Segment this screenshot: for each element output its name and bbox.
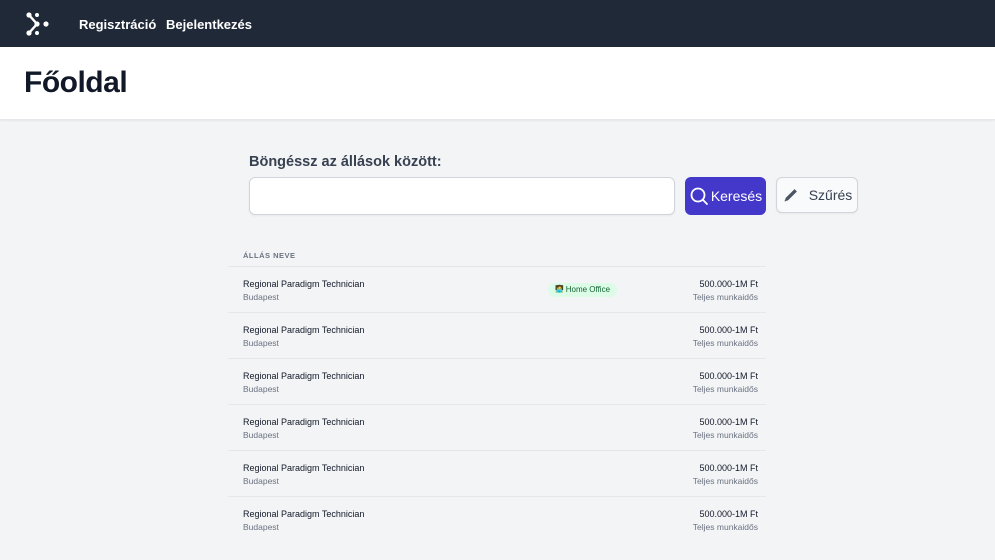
job-salary: 500.000-1M Ft [699, 509, 758, 519]
search-icon [690, 187, 708, 205]
search-label: Böngéssz az állások között: [249, 154, 442, 170]
job-title[interactable]: Regional Paradigm Technician [243, 509, 364, 519]
job-row[interactable]: Regional Paradigm Technician Budapest 50… [228, 405, 766, 451]
job-row[interactable]: Regional Paradigm Technician Budapest 50… [228, 451, 766, 497]
job-salary: 500.000-1M Ft [699, 417, 758, 427]
home-office-badge: 🧑‍💻 Home Office [548, 283, 618, 297]
job-row[interactable]: Regional Paradigm Technician Budapest 🧑‍… [228, 267, 766, 313]
nav-link-register[interactable]: Regisztráció [79, 17, 156, 32]
job-salary: 500.000-1M Ft [699, 371, 758, 381]
top-navigation: Regisztráció Bejelentkezés [0, 0, 995, 47]
job-title[interactable]: Regional Paradigm Technician [243, 325, 364, 335]
job-city: Budapest [243, 292, 279, 302]
filter-button[interactable]: Szűrés [776, 177, 858, 213]
job-type: Teljes munkaidős [692, 338, 758, 348]
job-city: Budapest [243, 384, 279, 394]
filter-button-label: Szűrés [808, 187, 853, 203]
page-title: Főoldal [24, 66, 128, 99]
job-type: Teljes munkaidős [692, 522, 758, 532]
nav-link-login[interactable]: Bejelentkezés [166, 17, 252, 32]
badge-label: Home Office [565, 285, 611, 294]
job-city: Budapest [243, 338, 279, 348]
job-type: Teljes munkaidős [692, 430, 758, 440]
job-row[interactable]: Regional Paradigm Technician Budapest 50… [228, 313, 766, 359]
job-city: Budapest [243, 522, 279, 532]
person-at-laptop-icon: 🧑‍💻 [555, 286, 564, 293]
job-title[interactable]: Regional Paradigm Technician [243, 279, 364, 289]
job-salary: 500.000-1M Ft [699, 325, 758, 335]
job-city: Budapest [243, 430, 279, 440]
job-title[interactable]: Regional Paradigm Technician [243, 463, 364, 473]
job-title[interactable]: Regional Paradigm Technician [243, 371, 364, 381]
search-input[interactable] [249, 177, 675, 215]
job-salary: 500.000-1M Ft [699, 463, 758, 473]
job-type: Teljes munkaidős [692, 292, 758, 302]
job-list: ÁLLÁS NEVE Regional Paradigm Technician … [228, 243, 766, 543]
page-header: Főoldal [0, 47, 995, 120]
job-type: Teljes munkaidős [692, 476, 758, 486]
job-row[interactable]: Regional Paradigm Technician Budapest 50… [228, 497, 766, 543]
pencil-icon [784, 189, 797, 202]
job-type: Teljes munkaidős [692, 384, 758, 394]
job-title[interactable]: Regional Paradigm Technician [243, 417, 364, 427]
job-salary: 500.000-1M Ft [699, 279, 758, 289]
search-button[interactable]: Keresés [685, 177, 766, 215]
search-button-label: Keresés [710, 188, 763, 204]
logo-icon[interactable] [24, 11, 50, 37]
job-city: Budapest [243, 476, 279, 486]
job-row[interactable]: Regional Paradigm Technician Budapest 50… [228, 359, 766, 405]
column-header-job-name: ÁLLÁS NEVE [228, 243, 766, 267]
